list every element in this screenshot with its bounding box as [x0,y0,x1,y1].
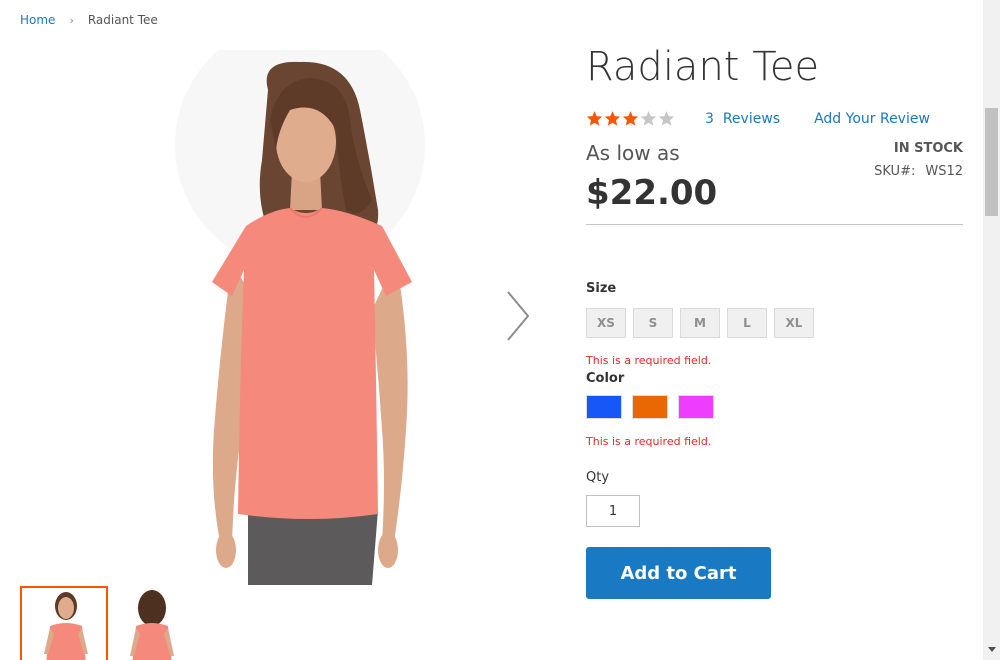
thumbnail-front[interactable] [20,586,108,660]
color-swatch-orange[interactable] [632,395,668,419]
scrollbar-thumb[interactable] [985,108,998,216]
color-error-message: This is a required field. [586,435,712,448]
size-option-m[interactable]: M [680,308,720,338]
qty-input[interactable] [586,495,640,527]
size-option-xs[interactable]: XS [586,308,626,338]
star-filled-icon [622,111,639,126]
rating-summary: 3 Reviews Add Your Review [586,110,963,127]
thumbnail-back[interactable] [110,586,198,660]
product-info: Radiant Tee 3 Reviews Add Your Review As… [586,40,963,599]
price-box: As low as $22.00 In stock SKU#: WS12 [586,141,963,225]
scroll-down-arrow-icon[interactable] [988,647,996,652]
star-filled-icon [586,111,603,126]
color-swatch-purple[interactable] [678,395,714,419]
breadcrumb-separator: › [69,13,74,27]
add-review-link[interactable]: Add Your Review [814,111,930,127]
size-error-message: This is a required field. [586,354,712,367]
star-filled-icon [604,111,621,126]
product-price: $22.00 [586,173,718,213]
size-option: Size XS S M L XL This is a required fiel… [586,281,963,367]
product-main-image[interactable] [150,50,450,585]
color-label: Color [586,371,625,386]
color-option: Color This is a required field. [586,371,963,448]
reviews-link[interactable]: 3 Reviews [705,111,780,127]
star-empty-icon [640,111,657,126]
breadcrumb-home-link[interactable]: Home [20,13,55,27]
price-prefix: As low as [586,141,680,165]
size-option-s[interactable]: S [633,308,673,338]
breadcrumb: Home › Radiant Tee [20,13,158,27]
product-gallery [0,40,560,660]
color-swatches [586,395,963,419]
add-to-cart-button[interactable]: Add to Cart [586,547,771,599]
page-scrollbar[interactable] [983,0,1000,660]
reviews-label: Reviews [722,110,781,127]
size-label: Size [586,281,617,296]
stock-status: In stock [893,141,963,156]
breadcrumb-current: Radiant Tee [87,13,158,27]
rating-stars [586,110,675,127]
size-option-xl[interactable]: XL [774,308,814,338]
qty-field: Qty [586,470,963,527]
qty-label: Qty [586,470,610,485]
sku-value: WS12 [925,164,963,179]
size-swatches: XS S M L XL [586,308,963,338]
product-sku: SKU#: WS12 [874,164,963,179]
color-swatch-blue[interactable] [586,395,622,419]
sku-label: SKU#: [874,164,916,179]
star-empty-icon [658,111,675,126]
reviews-count: 3 [705,110,714,127]
size-option-l[interactable]: L [727,308,767,338]
product-title: Radiant Tee [586,44,820,90]
chevron-right-icon[interactable] [500,288,536,344]
